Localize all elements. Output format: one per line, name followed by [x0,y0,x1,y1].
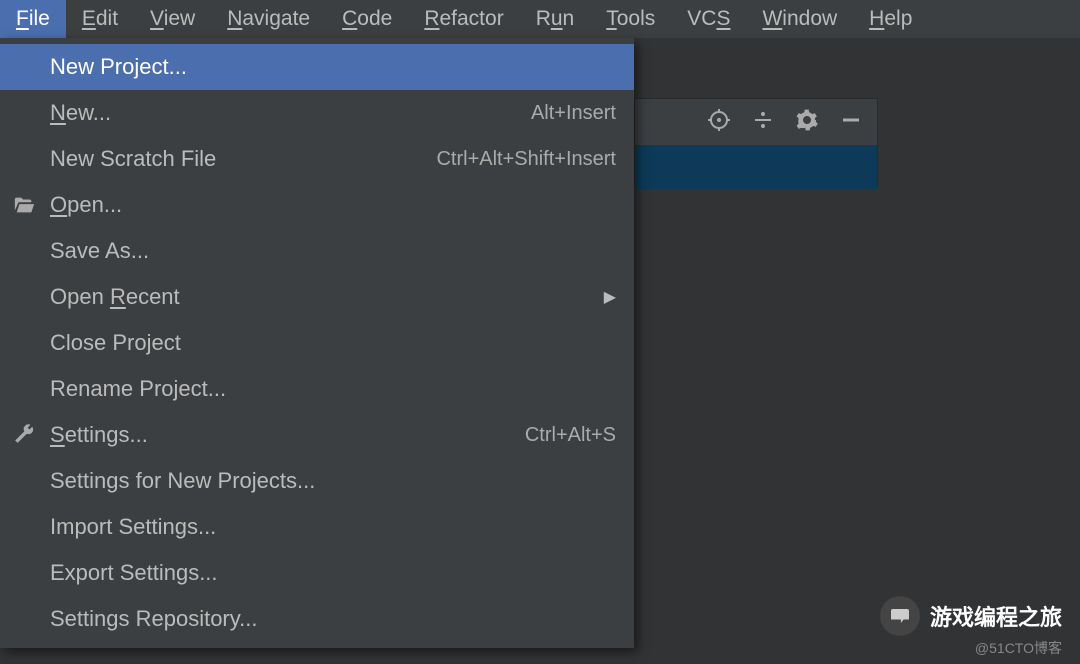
menu-label: Rename Project... [50,376,226,402]
menu-label: Export Settings... [50,560,218,586]
menu-navigate[interactable]: Navigate [211,0,326,38]
menu-item-import-settings[interactable]: Import Settings... [0,504,634,550]
menu-item-new[interactable]: New... Alt+Insert [0,90,634,136]
menu-shortcut: Alt+Insert [531,102,616,125]
menu-label: Import Settings... [50,514,216,540]
menu-view[interactable]: View [134,0,211,38]
file-menu-dropdown: New Project... New... Alt+Insert New Scr… [0,38,634,648]
menu-shortcut: Ctrl+Alt+Shift+Insert [436,148,616,171]
menu-label: New Scratch File [50,146,216,172]
menu-item-settings-repository[interactable]: Settings Repository... [0,596,634,642]
menu-refactor[interactable]: Refactor [408,0,519,38]
menu-label: Settings for New Projects... [50,468,315,494]
divide-icon[interactable] [751,108,775,137]
main-menu-bar: File Edit View Navigate Code Refactor Ru… [0,0,1080,38]
wrench-icon [12,423,36,447]
watermark-title: 游戏编程之旅 [930,600,1062,632]
menu-help[interactable]: Help [853,0,928,38]
watermark: 游戏编程之旅 @51CTO博客 [880,596,1062,658]
tool-window-panel [634,98,878,188]
menu-item-open[interactable]: Open... [0,182,634,228]
menu-code[interactable]: Code [326,0,408,38]
menu-item-settings[interactable]: Settings... Ctrl+Alt+S [0,412,634,458]
menu-shortcut: Ctrl+Alt+S [525,424,616,447]
menu-window[interactable]: Window [746,0,853,38]
menu-label: Settings... [50,422,148,448]
menu-item-open-recent[interactable]: Open Recent ▶ [0,274,634,320]
menu-label: New Project... [50,54,187,80]
menu-file[interactable]: File [0,0,66,38]
tool-window-toolbar [635,99,877,145]
menu-tools[interactable]: Tools [590,0,671,38]
menu-label: Close Project [50,330,181,356]
chevron-right-icon: ▶ [604,287,616,307]
menu-label: Save As... [50,238,149,264]
target-icon[interactable] [707,108,731,137]
menu-item-new-scratch-file[interactable]: New Scratch File Ctrl+Alt+Shift+Insert [0,136,634,182]
gear-icon[interactable] [795,108,819,137]
menu-edit[interactable]: Edit [66,0,134,38]
menu-run[interactable]: Run [520,0,591,38]
minimize-icon[interactable] [839,108,863,137]
menu-item-export-settings[interactable]: Export Settings... [0,550,634,596]
menu-label: Open Recent [50,284,180,310]
menu-item-rename-project[interactable]: Rename Project... [0,366,634,412]
menu-label: Settings Repository... [50,606,257,632]
menu-vcs[interactable]: VCS [671,0,746,38]
menu-item-save-as[interactable]: Save As... [0,228,634,274]
chat-bubble-icon [880,596,920,636]
folder-open-icon [12,193,36,217]
menu-item-settings-new-projects[interactable]: Settings for New Projects... [0,458,634,504]
tool-window-body[interactable] [635,145,877,189]
watermark-subtitle: @51CTO博客 [975,638,1062,658]
menu-item-close-project[interactable]: Close Project [0,320,634,366]
menu-label: Open... [50,192,122,218]
menu-item-new-project[interactable]: New Project... [0,44,634,90]
menu-label: New... [50,100,111,126]
